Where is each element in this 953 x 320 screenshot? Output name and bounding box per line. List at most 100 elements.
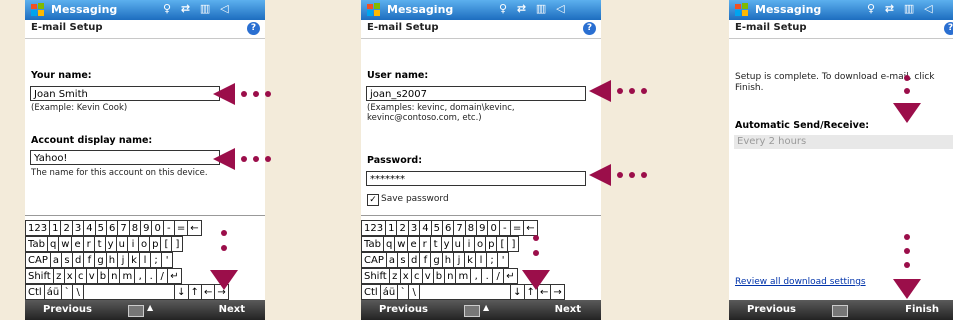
key[interactable]: áü bbox=[43, 284, 63, 300]
help-icon[interactable]: ? bbox=[247, 22, 260, 35]
callout-dot bbox=[904, 248, 910, 254]
auto-send-receive-label: Automatic Send/Receive: bbox=[735, 120, 870, 131]
previous-button[interactable]: Previous bbox=[43, 304, 92, 315]
keyboard-row: 123 1 2 3 4 5 6 7 8 9 0- = ← bbox=[25, 220, 202, 236]
keyboard-row: Tab q w e r t y u i o p[] bbox=[361, 236, 520, 252]
keyboard-row: Ctl áü ` \ ↓ ↑ ← → bbox=[25, 284, 229, 300]
key[interactable]: áü bbox=[379, 284, 399, 300]
callout-arrow-left bbox=[213, 148, 235, 170]
key[interactable]: m bbox=[119, 268, 136, 284]
input-menu-icon[interactable]: ▲ bbox=[147, 303, 153, 312]
callout-dot bbox=[533, 235, 539, 241]
display-name-field[interactable]: Yahoo! bbox=[30, 150, 220, 165]
key[interactable]: ↓ bbox=[174, 284, 189, 300]
key[interactable]: w bbox=[58, 236, 73, 252]
key[interactable]: ↵ bbox=[503, 268, 518, 284]
callout-dot bbox=[641, 88, 647, 94]
key[interactable]: Shift bbox=[361, 268, 390, 284]
key[interactable]: Shift bbox=[25, 268, 54, 284]
callout-arrow-down bbox=[893, 279, 921, 299]
callout-arrow-down bbox=[210, 270, 238, 290]
keyboard-row: Tab q w e r t y u i o p[] bbox=[25, 236, 184, 252]
key[interactable] bbox=[83, 284, 176, 300]
keyboard-row: Shift z x c v b n m,. / ↵ bbox=[361, 268, 518, 284]
key[interactable]: ← bbox=[187, 220, 202, 236]
callout-arrow-left bbox=[589, 80, 611, 102]
input-menu-icon[interactable]: ▲ bbox=[483, 303, 489, 312]
windows-start-icon[interactable] bbox=[366, 2, 382, 18]
key[interactable]: 123 bbox=[361, 220, 387, 236]
page-title: E-mail Setup bbox=[735, 22, 807, 33]
soft-key-bar: Previous ▲ Next bbox=[361, 300, 601, 320]
screen-email-setup-credentials: Messaging ♀ ⇄ ▥ ◁ E-mail Setup ? User na… bbox=[361, 0, 601, 320]
callout-dot bbox=[221, 230, 227, 236]
help-icon[interactable]: ? bbox=[583, 22, 596, 35]
status-icons: ♀ ⇄ ▥ ◁ bbox=[499, 2, 568, 15]
keyboard-icon[interactable] bbox=[128, 305, 144, 317]
callout-dot bbox=[253, 91, 259, 97]
key[interactable]: Tab bbox=[25, 236, 48, 252]
windows-start-icon[interactable] bbox=[734, 2, 750, 18]
key[interactable]: ↑ bbox=[187, 284, 202, 300]
windows-start-icon[interactable] bbox=[30, 2, 46, 18]
finish-button[interactable]: Finish bbox=[905, 304, 939, 315]
keyboard-icon[interactable] bbox=[464, 305, 480, 317]
app-title: Messaging bbox=[51, 3, 118, 16]
callout-dot bbox=[904, 262, 910, 268]
key[interactable]: = bbox=[509, 220, 525, 236]
soft-key-bar: Previous Finish bbox=[729, 300, 953, 320]
previous-button[interactable]: Previous bbox=[747, 304, 796, 315]
password-field[interactable]: ******* bbox=[366, 171, 586, 186]
display-name-label: Account display name: bbox=[31, 135, 153, 146]
callout-dot bbox=[617, 172, 623, 178]
user-name-field[interactable]: joan_s2007 bbox=[366, 86, 586, 101]
key[interactable]: = bbox=[173, 220, 189, 236]
key[interactable]: Ctl bbox=[361, 284, 381, 300]
callout-dot bbox=[904, 234, 910, 240]
key[interactable]: ] bbox=[507, 236, 520, 252]
setup-complete-text-2: Finish. bbox=[735, 83, 764, 93]
soft-key-bar: Previous ▲ Next bbox=[25, 300, 265, 320]
your-name-field[interactable]: Joan Smith bbox=[30, 86, 220, 101]
keyboard-row: CAP a s d f g h j k l; ' bbox=[25, 252, 174, 268]
callout-dot bbox=[241, 91, 247, 97]
key[interactable]: 123 bbox=[25, 220, 51, 236]
key[interactable]: Tab bbox=[361, 236, 384, 252]
callout-dot bbox=[641, 172, 647, 178]
callout-dot bbox=[265, 156, 271, 162]
key[interactable]: → bbox=[550, 284, 565, 300]
page-title: E-mail Setup bbox=[367, 22, 439, 33]
previous-button[interactable]: Previous bbox=[379, 304, 428, 315]
soft-keyboard: 123 1 2 3 4 5 6 7 8 9 0- = ← Tab q w e r t y u i o p[] CAP a s d f g h… bbox=[361, 215, 601, 300]
page-header: E-mail Setup ? bbox=[25, 20, 265, 39]
next-button[interactable]: Next bbox=[555, 304, 581, 315]
key[interactable]: ↵ bbox=[167, 268, 182, 284]
callout-dot bbox=[617, 88, 623, 94]
callout-arrow-left bbox=[213, 83, 235, 105]
key[interactable]: ' bbox=[497, 252, 510, 268]
keyboard-row: 123 1 2 3 4 5 6 7 8 9 0- = ← bbox=[361, 220, 538, 236]
review-download-settings-link[interactable]: Review all download settings bbox=[735, 277, 866, 287]
key[interactable]: ' bbox=[161, 252, 174, 268]
status-icons: ♀ ⇄ ▥ ◁ bbox=[163, 2, 232, 15]
auto-send-receive-dropdown[interactable]: Every 2 hours bbox=[734, 135, 953, 149]
key[interactable]: CAP bbox=[361, 252, 387, 268]
key[interactable] bbox=[419, 284, 512, 300]
key[interactable]: CAP bbox=[25, 252, 51, 268]
key[interactable]: ] bbox=[171, 236, 184, 252]
keyboard-icon[interactable] bbox=[832, 305, 848, 317]
key[interactable]: w bbox=[394, 236, 409, 252]
key[interactable]: Ctl bbox=[25, 284, 45, 300]
screen-email-setup-complete: Messaging ♀ ⇄ ▥ ◁ E-mail Setup ? Setup i… bbox=[729, 0, 953, 320]
save-password-checkbox[interactable]: ✓ bbox=[367, 194, 379, 206]
key[interactable]: m bbox=[455, 268, 472, 284]
password-label: Password: bbox=[367, 155, 423, 166]
help-icon[interactable]: ? bbox=[944, 22, 953, 35]
key[interactable]: ← bbox=[523, 220, 538, 236]
page-title: E-mail Setup bbox=[31, 22, 103, 33]
app-title: Messaging bbox=[755, 3, 822, 16]
next-button[interactable]: Next bbox=[219, 304, 245, 315]
callout-arrow-down bbox=[893, 103, 921, 123]
callout-dot bbox=[221, 245, 227, 251]
display-name-hint: The name for this account on this device… bbox=[31, 168, 208, 178]
